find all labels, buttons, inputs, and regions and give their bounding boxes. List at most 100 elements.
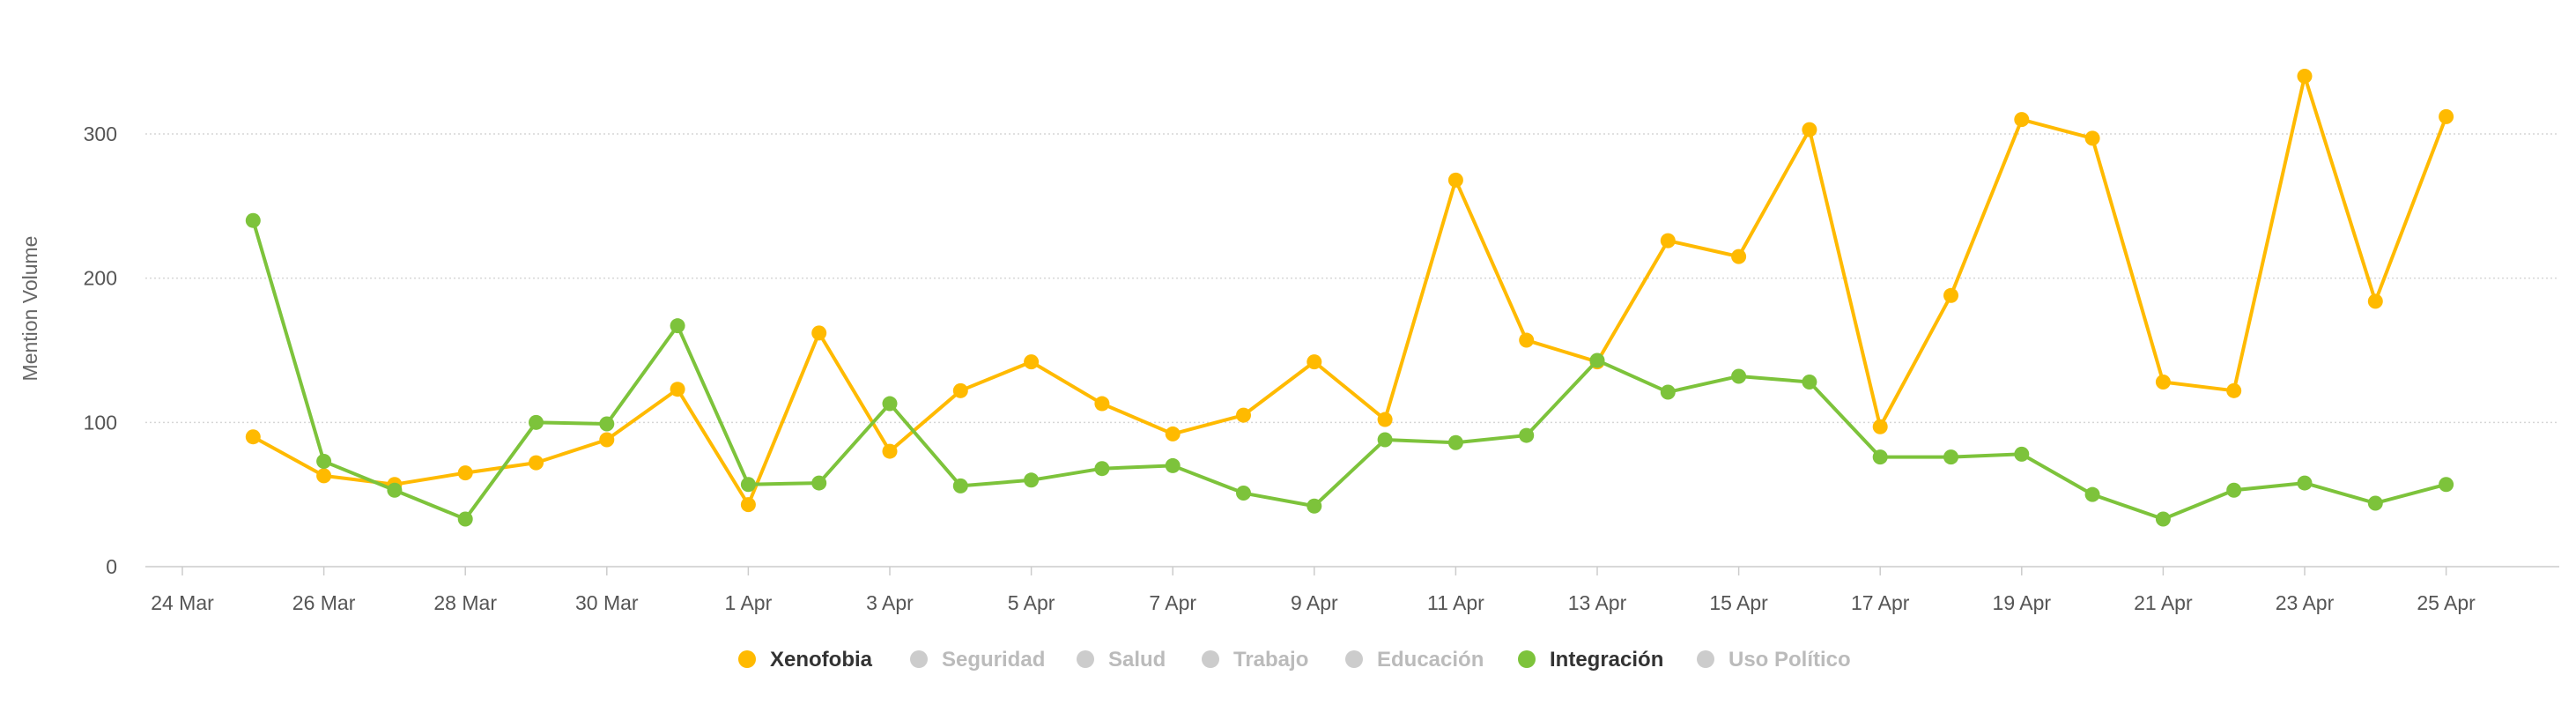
y-axis-title: Mention Volume [19,236,41,382]
legend-marker-icon [1345,650,1363,668]
data-point-xenofobia [2367,293,2383,309]
data-point-xenofobia [1094,396,1110,412]
data-point-integración [1094,461,1110,477]
data-point-xenofobia [2226,382,2242,398]
legend-item[interactable]: Educación [1345,648,1484,672]
data-point-integración [2155,511,2171,527]
legend-label: Salud [1108,648,1166,672]
data-point-xenofobia [952,382,968,398]
grid-lines [145,133,2559,424]
data-point-integración [2226,482,2242,498]
legend-label: Seguridad [942,648,1045,672]
legend-item[interactable]: Xenofobia [738,648,873,672]
legend-item[interactable]: Seguridad [910,648,1045,672]
y-tick-label: 100 [84,411,117,434]
legend-item[interactable]: Uso Político [1697,648,1851,672]
data-point-xenofobia [882,443,898,459]
legend-marker-icon [1077,650,1094,668]
x-tick-label: 15 Apr [1709,591,1768,614]
legend-label: Integración [1550,648,1663,672]
data-point-xenofobia [1660,233,1676,249]
legend-label: Trabajo [1233,648,1308,672]
legend-item[interactable]: Trabajo [1202,648,1308,672]
data-point-xenofobia [1307,354,1322,370]
x-tick-label: 21 Apr [2134,591,2193,614]
data-point-xenofobia [2084,130,2100,146]
data-point-integración [1307,498,1322,514]
data-point-integración [2367,495,2383,511]
data-point-xenofobia [316,468,332,484]
data-point-xenofobia [1731,249,1747,264]
x-tick-label: 17 Apr [1851,591,1910,614]
data-point-integración [1660,384,1676,400]
legend-marker-icon [910,650,928,668]
legend: Xenofobia Seguridad Salud Trabajo Educación I… [738,648,1851,672]
x-tick-label: 25 Apr [2417,591,2476,614]
series-line-xenofobia [251,74,2448,507]
legend-label: Xenofobia [770,648,873,672]
data-point-xenofobia [1377,412,1393,427]
data-point-xenofobia [1519,332,1535,348]
legend-marker-icon [1202,650,1219,668]
y-tick-label: 200 [84,267,117,290]
data-point-xenofobia [457,465,473,481]
data-point-integración [1731,368,1747,384]
legend-item[interactable]: Integración [1518,648,1663,672]
data-point-xenofobia [1165,426,1181,442]
data-point-xenofobia [2014,112,2030,128]
data-point-xenofobia [245,429,261,445]
y-tick-label: 300 [84,122,117,145]
data-point-integración [1165,457,1181,473]
data-point-integración [1447,434,1463,450]
x-tick-label: 5 Apr [1008,591,1055,614]
x-tick-label: 24 Mar [151,591,214,614]
series-line-integración [251,219,2448,521]
data-point-integración [952,478,968,494]
x-tick-label: 3 Apr [866,591,914,614]
data-point-xenofobia [1024,354,1040,370]
data-point-xenofobia [599,432,615,448]
data-point-integración [2297,475,2313,491]
series-lines [245,69,2454,527]
x-tick-label: 1 Apr [725,591,773,614]
data-point-integración [1024,472,1040,488]
data-point-integración [670,318,685,334]
legend-label: Educación [1377,648,1484,672]
data-point-xenofobia [1447,172,1463,188]
data-point-integración [316,454,332,470]
legend-label: Uso Político [1728,648,1851,672]
data-point-integración [2084,486,2100,502]
data-point-xenofobia [2155,375,2171,390]
x-tick-label: 11 Apr [1427,591,1484,614]
data-point-integración [2439,477,2454,493]
x-tick-label: 30 Mar [575,591,639,614]
data-point-xenofobia [811,325,827,341]
data-point-integración [1943,449,1958,465]
data-point-integración [740,477,756,493]
data-point-integración [457,511,473,527]
x-tick-label: 13 Apr [1568,591,1627,614]
data-point-integración [1802,375,1817,390]
data-point-integración [529,414,544,430]
data-point-integración [1236,486,1251,501]
y-tick-label: 0 [106,555,117,578]
data-point-xenofobia [1236,407,1251,423]
data-point-integración [2014,446,2030,462]
data-point-xenofobia [740,497,756,513]
legend-item[interactable]: Salud [1077,648,1166,672]
data-point-integración [1519,427,1535,443]
data-point-xenofobia [1943,287,1958,303]
x-tick-label: 23 Apr [2276,591,2335,614]
legend-marker-icon [1697,650,1714,668]
data-point-xenofobia [1872,419,1888,434]
data-point-integración [1872,449,1888,465]
data-point-integración [1377,432,1393,448]
data-point-xenofobia [1802,122,1817,137]
legend-marker-icon [738,650,756,668]
legend-marker-icon [1518,650,1536,668]
data-point-xenofobia [2297,69,2313,85]
x-tick-label: 28 Mar [433,591,497,614]
x-tick-label: 19 Apr [1993,591,2052,614]
line-chart: 0 100 200 300 24 Mar 26 Mar 28 Mar 30 Mar 1 Apr 3… [19,69,2559,672]
data-point-integración [811,475,827,491]
